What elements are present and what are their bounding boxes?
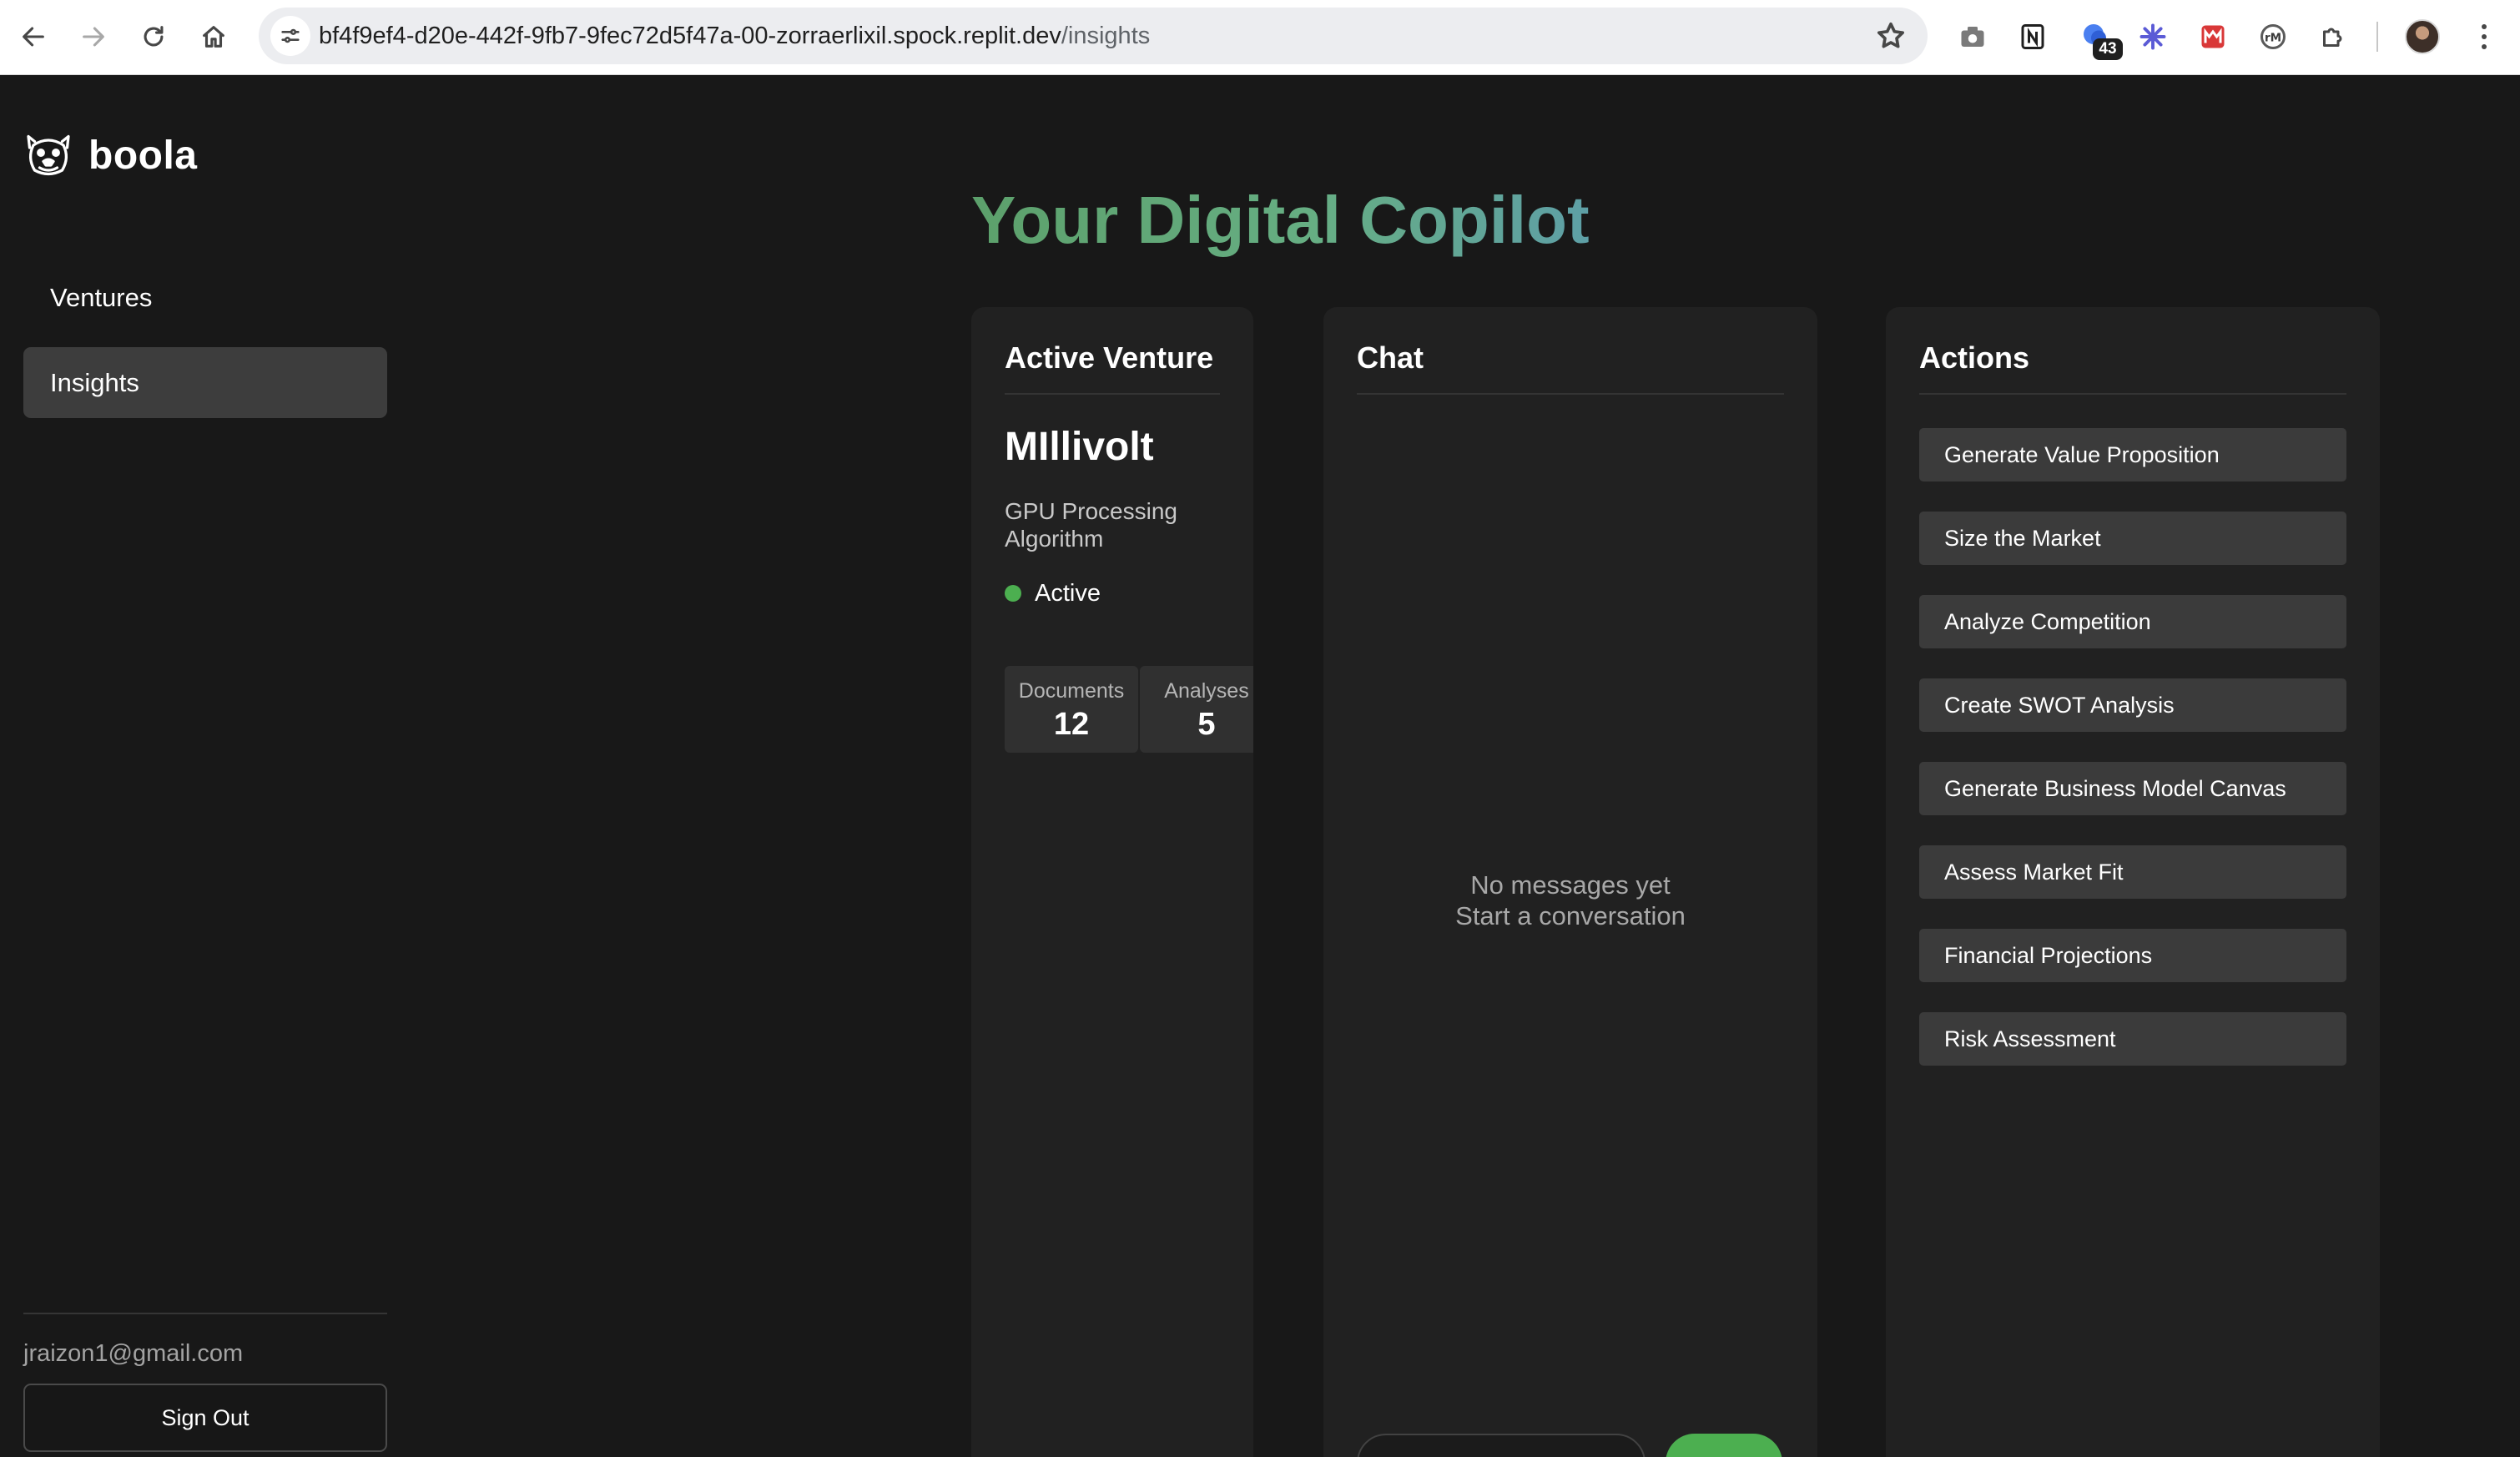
action-assess-market-fit[interactable]: Assess Market Fit — [1919, 845, 2346, 899]
site-info-icon[interactable] — [270, 16, 310, 56]
asterisk-extension-icon[interactable] — [2133, 17, 2173, 57]
profile-avatar[interactable] — [2405, 19, 2440, 54]
sidebar-item-ventures[interactable]: Ventures — [23, 262, 387, 333]
toolbar-divider — [2376, 22, 2378, 52]
bookmark-star-icon[interactable] — [1874, 19, 1908, 53]
sign-out-button[interactable]: Sign Out — [23, 1384, 387, 1452]
sidebar-item-insights[interactable]: Insights — [23, 347, 387, 418]
action-create-swot-analysis[interactable]: Create SWOT Analysis — [1919, 678, 2346, 732]
extensions-puzzle-icon[interactable] — [2313, 17, 2353, 57]
venture-name: MIllivolt — [1005, 425, 1154, 469]
svg-text:rM: rM — [2265, 31, 2281, 44]
sidebar-divider — [23, 1313, 387, 1314]
chat-empty-title: No messages yet — [1470, 870, 1671, 900]
chat-empty-subtitle: Start a conversation — [1455, 901, 1686, 930]
panel-heading: Actions — [1919, 340, 2030, 375]
stat-analyses: Analyses 5 — [1140, 666, 1253, 753]
action-generate-business-model-canvas[interactable]: Generate Business Model Canvas — [1919, 762, 2346, 815]
stat-value: 5 — [1197, 707, 1216, 742]
panel-divider — [1357, 393, 1784, 395]
browser-menu-icon[interactable] — [2472, 17, 2497, 57]
action-analyze-competition[interactable]: Analyze Competition — [1919, 595, 2346, 648]
panel-divider — [1919, 393, 2346, 395]
brand-name: boola — [88, 133, 198, 178]
rm-extension-icon[interactable]: rM — [2253, 17, 2293, 57]
notion-extension-icon[interactable] — [2013, 17, 2053, 57]
camera-extension-icon[interactable] — [1953, 17, 1993, 57]
browser-toolbar: bf4f9ef4-d20e-442f-9fb7-9fec72d5f47a-00-… — [0, 0, 2520, 75]
reload-icon[interactable] — [134, 17, 174, 57]
stat-value: 12 — [1053, 707, 1090, 742]
stat-label: Documents — [1018, 679, 1125, 703]
extension-badge: 43 — [2093, 38, 2123, 60]
venture-content: MIllivolt GPU Processing Algorithm Activ… — [971, 0, 1253, 1457]
action-risk-assessment[interactable]: Risk Assessment — [1919, 1012, 2346, 1066]
action-financial-projections[interactable]: Financial Projections — [1919, 929, 2346, 982]
brand-logo[interactable]: boola — [23, 130, 198, 180]
status-dot — [1005, 585, 1021, 602]
red-extension-icon[interactable] — [2193, 17, 2233, 57]
panel-heading: Chat — [1357, 340, 1424, 375]
home-icon[interactable] — [194, 17, 234, 57]
bulldog-icon — [27, 134, 70, 176]
stat-documents: Documents 12 — [1005, 666, 1138, 753]
chat-message-input[interactable] — [1357, 1434, 1646, 1457]
tab-counter-extension-icon[interactable]: 43 — [2076, 17, 2123, 60]
venture-status: Active — [1035, 580, 1101, 607]
stat-label: Analyses — [1164, 679, 1249, 703]
user-email: jraizon1@gmail.com — [23, 1340, 244, 1367]
chat-send-button[interactable] — [1666, 1434, 1782, 1457]
action-size-the-market[interactable]: Size the Market — [1919, 512, 2346, 565]
back-icon[interactable] — [13, 17, 53, 57]
venture-description: GPU Processing Algorithm — [1005, 498, 1177, 552]
action-generate-value-proposition[interactable]: Generate Value Proposition — [1919, 428, 2346, 481]
forward-icon[interactable] — [73, 17, 113, 57]
